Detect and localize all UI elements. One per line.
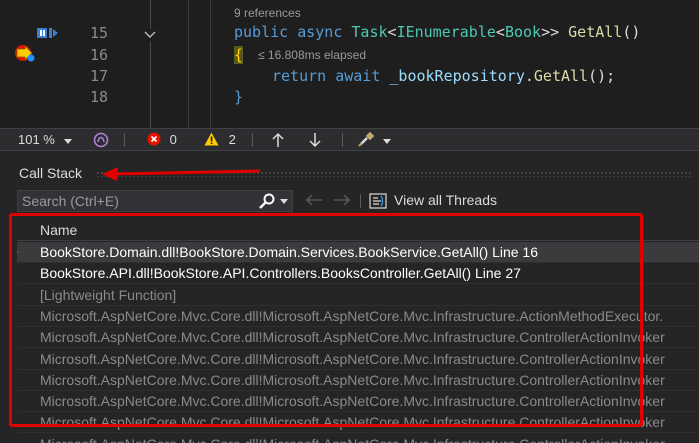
arrow-right-icon[interactable] (332, 193, 352, 207)
punctuation: () (622, 23, 641, 41)
type-name: Task (351, 23, 388, 41)
call-stack-frame[interactable]: Microsoft.AspNetCore.Mvc.Core.dll!Micros… (17, 434, 699, 443)
call-stack-frame-name: Microsoft.AspNetCore.Mvc.Core.dll!Micros… (40, 414, 665, 431)
search-button[interactable] (256, 190, 294, 212)
breakpoint-current-icon[interactable] (14, 44, 36, 62)
call-stack-frame-name: BookStore.Domain.dll!BookStore.Domain.Se… (40, 244, 539, 260)
code-line-15: public async Task<IEnumerable<Book>> Get… (234, 23, 640, 41)
call-stack-frame-name: Microsoft.AspNetCore.Mvc.Core.dll!Micros… (40, 350, 665, 367)
fold-chevron-icon[interactable] (143, 29, 157, 41)
divider (252, 133, 253, 147)
error-count-value: 0 (169, 132, 177, 147)
call-stack-frame-name: BookStore.API.dll!BookStore.API.Controll… (40, 265, 521, 282)
call-stack-frame[interactable]: [Lightweight Function] (17, 285, 699, 306)
call-stack-frame-name: [Lightweight Function] (40, 286, 177, 303)
call-stack-frame-name: Microsoft.AspNetCore.Mvc.Core.dll!Micros… (40, 329, 665, 346)
method-name: GetAll (568, 23, 623, 41)
call-stack-frame[interactable]: Microsoft.AspNetCore.Mvc.Core.dll!Micros… (17, 391, 699, 413)
call-stack-toolbar: View all Threads (0, 188, 699, 214)
code-cleanup-button[interactable] (358, 131, 392, 149)
chevron-down-icon (382, 138, 391, 144)
threads-icon (369, 193, 387, 209)
keyword: await (335, 67, 381, 85)
line-number: 18 (89, 88, 108, 106)
call-stack-frame[interactable]: Microsoft.AspNetCore.Mvc.Core.dll!Micros… (17, 370, 699, 391)
call-stack-frame[interactable]: BookStore.Domain.dll!BookStore.Domain.Se… (17, 242, 699, 263)
call-stack-window: Call Stack View all Threads Name BookSto… (0, 150, 699, 443)
title-grip[interactable] (96, 171, 693, 177)
line-numbers: 15 16 17 18 (40, 0, 110, 128)
type-name: IEnumerable (396, 23, 496, 41)
divider (124, 133, 125, 147)
brush-icon (358, 131, 375, 147)
call-stack-grid[interactable]: Name BookStore.Domain.dll!BookStore.Doma… (17, 219, 699, 443)
code-editor[interactable]: 15 16 17 18 9 references public async Ta… (0, 0, 699, 128)
indent-guide (210, 0, 211, 128)
search-input[interactable] (22, 192, 252, 210)
zoom-value: 101 % (18, 132, 55, 147)
call-stack-frame-name: Microsoft.AspNetCore.Mvc.Core.dll!Micros… (40, 307, 664, 324)
method-name: GetAll (533, 67, 589, 85)
editor-status-bar: 101 % 0 2 (0, 128, 699, 150)
call-stack-frame[interactable]: BookStore.API.dll!BookStore.API.Controll… (17, 263, 699, 285)
punctuation: < (495, 23, 505, 41)
search-icon (259, 193, 275, 209)
call-stack-frame-name: Microsoft.AspNetCore.Mvc.Core.dll!Micros… (40, 393, 665, 410)
keyword: return (272, 67, 327, 85)
column-header-name[interactable]: Name (17, 219, 699, 241)
glyph-icon[interactable] (93, 132, 109, 148)
field-name: _bookRepository (389, 67, 525, 85)
arrow-down-icon[interactable] (308, 132, 322, 148)
code-line-17: return await _bookRepository.GetAll(); (272, 67, 615, 85)
call-stack-frame[interactable]: Microsoft.AspNetCore.Mvc.Core.dll!Micros… (17, 349, 699, 370)
call-stack-frame[interactable]: Microsoft.AspNetCore.Mvc.Core.dll!Micros… (17, 306, 699, 327)
punctuation: (); (588, 67, 616, 85)
call-stack-frame[interactable]: Microsoft.AspNetCore.Mvc.Core.dll!Micros… (17, 327, 699, 349)
keyword: public (234, 23, 289, 41)
call-stack-frame[interactable]: Microsoft.AspNetCore.Mvc.Core.dll!Micros… (17, 412, 699, 434)
panel-title: Call Stack (19, 165, 83, 181)
warning-icon (204, 132, 219, 146)
chevron-down-icon (280, 199, 288, 204)
line-number: 16 (89, 46, 108, 64)
zoom-level[interactable]: 101 % (18, 131, 73, 149)
arrow-up-icon[interactable] (271, 132, 285, 148)
call-stack-frame-name: Microsoft.AspNetCore.Mvc.Core.dll!Micros… (40, 371, 665, 388)
warning-count[interactable]: 2 (204, 131, 236, 149)
type-name: Book (504, 23, 542, 41)
indicator-margin[interactable] (0, 0, 58, 128)
current-frame-arrow-icon (17, 250, 19, 254)
error-icon (147, 132, 161, 146)
indent-guide (188, 0, 189, 128)
fold-guide (150, 0, 151, 128)
view-all-threads-label: View all Threads (394, 192, 497, 208)
panel-title-bar[interactable]: Call Stack (0, 150, 699, 188)
warning-count-value: 2 (228, 132, 236, 147)
punctuation: . (524, 67, 534, 85)
search-box[interactable] (17, 190, 293, 212)
line-number: 15 (89, 24, 108, 42)
arrow-left-icon[interactable] (304, 193, 324, 207)
divider (342, 133, 343, 147)
brace: { (234, 46, 244, 64)
line-number: 17 (89, 67, 108, 85)
code-line-18: } (234, 88, 243, 106)
error-count[interactable]: 0 (147, 131, 177, 149)
codelens-references[interactable]: 9 references (234, 6, 301, 20)
call-stack-frame-name: Microsoft.AspNetCore.Mvc.Core.dll!Micros… (40, 436, 665, 443)
divider (360, 194, 361, 208)
brace: } (234, 88, 244, 106)
punctuation: < (387, 23, 397, 41)
chevron-down-icon (63, 138, 72, 144)
column-header-label: Name (40, 222, 78, 238)
keyword: async (297, 23, 343, 41)
perftip-elapsed[interactable]: ≤ 16.808ms elapsed (258, 48, 366, 62)
code-line-16: { (234, 46, 244, 64)
punctuation: >> (541, 23, 560, 41)
